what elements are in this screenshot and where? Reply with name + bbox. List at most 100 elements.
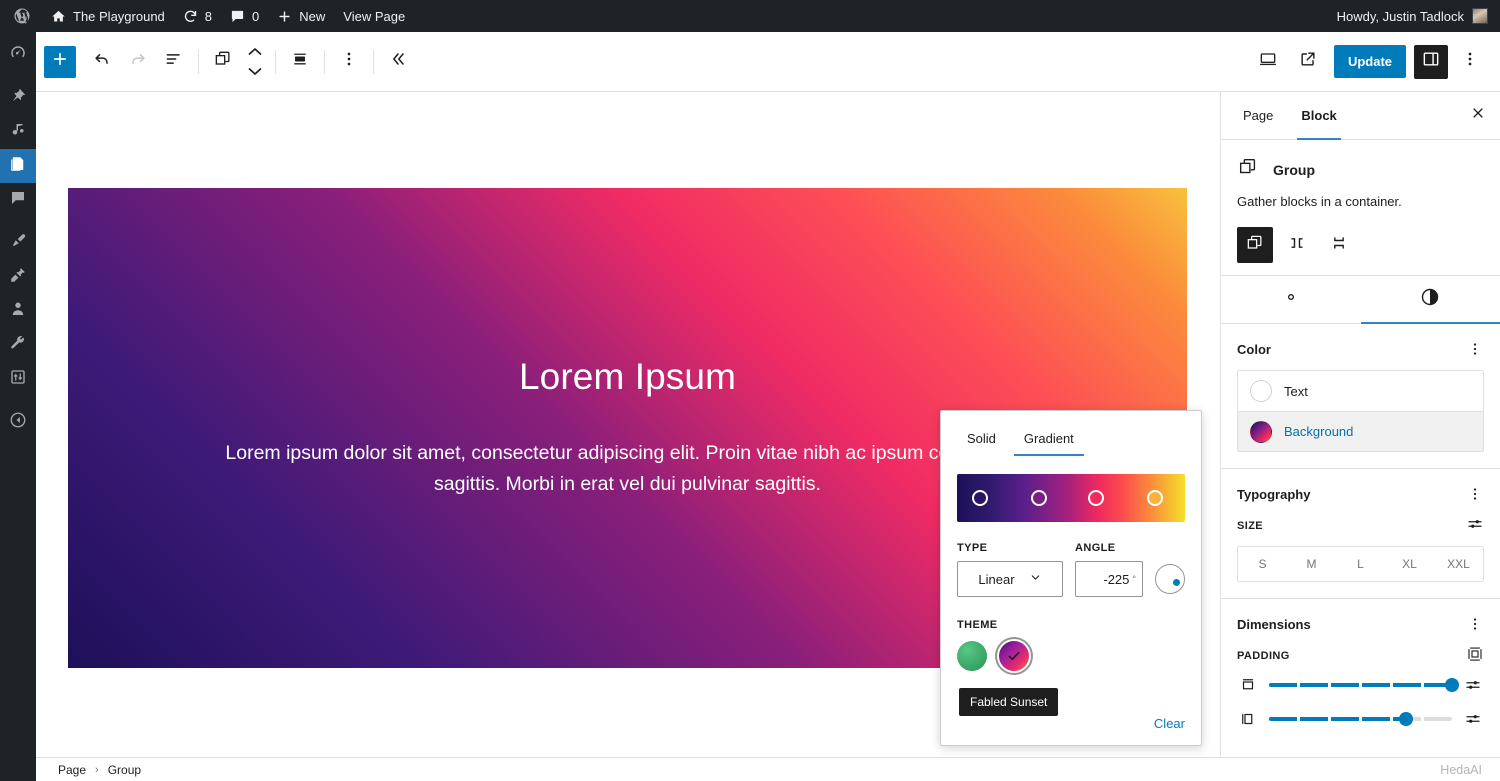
sidebar-item-pages[interactable] [0,149,44,183]
padding-horizontal-slider[interactable] [1269,712,1452,727]
tab-page[interactable]: Page [1229,92,1287,139]
gradient-type-value: Linear [978,571,1015,587]
size-button-m[interactable]: M [1287,547,1336,581]
paintbrush-icon [9,232,27,255]
color-row-text[interactable]: Text [1238,371,1483,411]
preview-button[interactable] [1290,44,1326,80]
settings-icon [9,368,27,391]
panel-tab-styles[interactable] [1360,276,1500,325]
block-paragraph[interactable]: Lorem ipsum dolor sit amet, consectetur … [208,438,1048,500]
padding-sides-toggle[interactable] [1466,645,1484,666]
panel-tab-settings[interactable] [1221,276,1361,323]
sidebar-item-collapse-menu[interactable] [0,405,36,439]
gradient-angle-input[interactable]: -225 ° [1075,561,1143,597]
new-content-button[interactable]: New [268,0,334,32]
size-button-s[interactable]: S [1238,547,1287,581]
breadcrumb-item-page[interactable]: Page [58,763,86,777]
account-menu[interactable]: Howdy, Justin Tadlock [1328,0,1464,32]
gradient-type-select[interactable]: Linear [957,561,1063,597]
dimensions-options-button[interactable] [1466,615,1484,633]
sidebar-item-media[interactable] [0,115,36,149]
undo-button[interactable] [84,44,120,80]
sidebar-item-appearance[interactable] [0,226,36,260]
gradient-stop-4[interactable] [1147,490,1164,506]
sidebar-item-settings[interactable] [0,362,36,396]
theme-swatch-tooltip: Fabled Sunset [959,688,1059,716]
theme-label: THEME [957,619,998,631]
align-icon [290,49,310,74]
background-color-swatch[interactable] [1250,420,1272,443]
list-view-button[interactable] [156,44,192,80]
color-options-list: Text Background [1237,370,1484,453]
sidebar-item-tools[interactable] [0,328,36,362]
padding-vertical-slider-row [1237,676,1484,694]
move-block-buttons[interactable] [241,44,269,80]
new-label: New [299,8,326,24]
site-name-button[interactable]: The Playground [42,0,174,32]
block-heading[interactable]: Lorem Ipsum [519,356,736,398]
avatar[interactable] [1472,8,1488,24]
text-color-swatch[interactable] [1250,380,1272,403]
angle-dial-control[interactable] [1155,564,1185,594]
variation-stack-button[interactable] [1321,227,1357,263]
variation-group-button[interactable] [1237,227,1273,264]
size-button-l[interactable]: L [1336,547,1385,581]
tab-gradient[interactable]: Gradient [1013,427,1084,456]
breadcrumb-item-group[interactable]: Group [108,763,141,777]
sidebar-item-dashboard[interactable] [0,38,36,72]
block-variations [1237,227,1484,264]
view-page-button[interactable]: View Page [334,0,414,32]
close-sidebar-button[interactable] [1456,92,1500,139]
tab-block[interactable]: Block [1287,92,1350,140]
clear-gradient-button[interactable]: Clear [1154,716,1185,731]
check-icon [999,641,1029,671]
dashboard-icon [9,44,27,67]
variation-row-button[interactable] [1279,227,1315,263]
size-button-xxl[interactable]: XXL [1434,547,1483,581]
add-block-button[interactable] [44,45,76,78]
block-type-button[interactable] [205,44,241,80]
padding-horizontal-thumb[interactable] [1399,712,1414,727]
gradient-stop-2[interactable] [1031,490,1048,506]
collapse-toolbar-button[interactable] [380,44,416,80]
align-button[interactable] [282,44,318,80]
color-row-background[interactable]: Background [1238,411,1483,452]
comments-button[interactable]: 0 [221,0,268,32]
typography-options-button[interactable] [1466,485,1484,503]
gradient-bar[interactable] [957,474,1185,522]
padding-vertical-custom-toggle[interactable] [1462,676,1484,694]
wordpress-logo-button[interactable] [0,0,42,32]
redo-icon [128,49,148,74]
padding-horizontal-custom-toggle[interactable] [1462,710,1484,728]
sidebar-item-posts[interactable] [0,81,36,115]
gradient-stop-1[interactable] [971,490,988,506]
gradient-stop-3[interactable] [1088,490,1105,506]
padding-vertical-thumb[interactable] [1445,678,1459,693]
angle-dial-handle[interactable] [1173,579,1180,586]
horizontal-padding-icon [1237,710,1259,728]
padding-vertical-slider[interactable] [1269,678,1459,693]
revisions-count: 8 [204,8,213,24]
site-name-label: The Playground [73,8,165,24]
color-options-button[interactable] [1466,340,1484,358]
plus-icon [277,9,292,24]
sidebar-panel-icon [1421,49,1441,74]
settings-sidebar-toggle[interactable] [1414,44,1448,79]
redo-button[interactable] [120,44,156,80]
theme-swatch-green-thumb[interactable] [957,641,987,671]
sidebar-item-comments[interactable] [0,183,36,217]
size-button-xl[interactable]: XL [1385,547,1434,581]
update-button[interactable]: Update [1333,45,1406,78]
block-more-options-button[interactable] [331,44,367,80]
size-custom-toggle[interactable] [1466,515,1484,536]
editor-header: Update [36,32,1500,92]
pages-icon [9,155,27,178]
view-device-button[interactable] [1250,44,1286,80]
tab-solid[interactable]: Solid [957,427,1006,456]
dimensions-section-header: Dimensions [1237,615,1484,633]
theme-swatch-fabled-sunset[interactable] [999,641,1029,671]
editor-options-button[interactable] [1452,44,1488,80]
revisions-button[interactable]: 8 [174,0,221,32]
sidebar-item-users[interactable] [0,294,36,328]
sidebar-item-plugins[interactable] [0,260,36,294]
